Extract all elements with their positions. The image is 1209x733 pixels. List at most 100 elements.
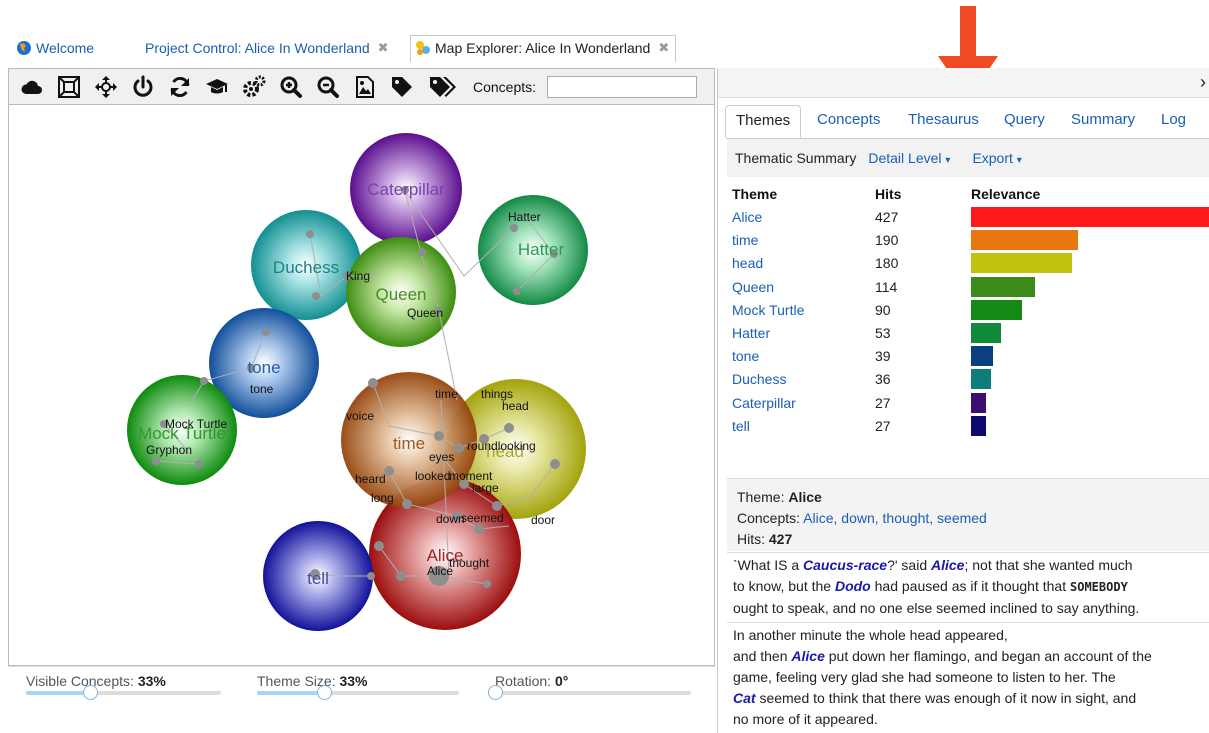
slider-handle[interactable]: [488, 685, 503, 700]
theme-row[interactable]: Mock Turtle 90: [732, 299, 1209, 325]
concept-label: voice: [346, 409, 374, 423]
visible-concepts-value: 33%: [137, 673, 166, 689]
slider-fill: [26, 691, 91, 695]
theme-name-link[interactable]: Mock Turtle: [732, 302, 804, 318]
relevance-bar: [971, 369, 991, 390]
relevance-bar: [971, 207, 1209, 227]
theme-label: tell: [307, 569, 329, 588]
panel-header: ›: [718, 68, 1209, 98]
hits-detail-label: Hits:: [737, 531, 765, 547]
theme-hits: 53: [875, 325, 891, 341]
tags-icon[interactable]: [426, 74, 458, 100]
theme-name-link[interactable]: head: [732, 255, 763, 271]
visible-concepts-label: Visible Concepts:: [26, 673, 134, 689]
theme-name-link[interactable]: tone: [732, 348, 759, 364]
theme-row[interactable]: Queen 114: [732, 276, 1209, 302]
zoom-in-icon[interactable]: [278, 74, 304, 100]
power-icon[interactable]: [130, 74, 156, 100]
settings-cogs-icon[interactable]: [241, 74, 267, 100]
text-passage[interactable]: In another minute the whole head appeare…: [727, 622, 1209, 732]
tab-themes[interactable]: Themes: [725, 105, 802, 138]
concepts-filter-input[interactable]: [547, 75, 698, 98]
theme-name-link[interactable]: Hatter: [732, 325, 770, 341]
concept-label: thought: [449, 556, 490, 570]
rotation-slider-label: Rotation: 0°: [495, 673, 568, 689]
concept-label: Hatter: [508, 210, 541, 224]
text-passage[interactable]: `What IS a Caucus-race?' said Alice; not…: [727, 552, 1209, 620]
close-icon[interactable]: ✖: [658, 40, 669, 56]
relevance-bar: [971, 276, 1035, 297]
rotation-slider[interactable]: [488, 685, 691, 700]
tab-project-control-label: Project Control: Alice In Wonderland: [145, 40, 370, 56]
visible-concepts-slider[interactable]: [26, 685, 221, 700]
theme-name-link[interactable]: tell: [732, 418, 750, 434]
rotation-value: 0°: [554, 673, 569, 689]
graduation-cap-icon[interactable]: [204, 74, 230, 100]
tab-map-explorer[interactable]: Map Explorer: Alice In Wonderland ✖: [410, 35, 677, 62]
theme-size-slider[interactable]: [257, 685, 459, 700]
chevron-right-icon[interactable]: ›: [1200, 72, 1206, 93]
concept-label: roundlooking: [467, 439, 536, 453]
refresh-icon[interactable]: [167, 74, 193, 100]
theme-row[interactable]: tone 39: [732, 346, 1209, 371]
theme-row[interactable]: tell 27: [732, 415, 1209, 441]
theme-name-link[interactable]: Alice: [732, 209, 762, 225]
tab-project-control[interactable]: Project Control: Alice In Wonderland ✖: [145, 40, 389, 56]
hits-detail-line: Hits: 427: [737, 529, 1200, 550]
concepts-filter-label: Concepts:: [473, 78, 537, 95]
close-icon[interactable]: ✖: [378, 40, 389, 56]
zoom-out-icon[interactable]: [315, 74, 341, 100]
theme-row[interactable]: Hatter 53: [732, 323, 1209, 348]
theme-row[interactable]: Caterpillar 27: [732, 392, 1209, 418]
theme-row[interactable]: time 190: [732, 230, 1209, 255]
theme-bubbles: [127, 133, 588, 631]
keyword: Caucus-race: [803, 557, 888, 573]
theme-row[interactable]: Alice 427: [732, 207, 1209, 232]
themes-panel: › Themes Concepts Thesaurus Query Summar…: [717, 68, 1209, 733]
tab-welcome[interactable]: Welcome: [16, 40, 94, 56]
keyword: Alice: [791, 648, 825, 664]
slider-handle[interactable]: [316, 685, 332, 700]
tab-query[interactable]: Query: [1004, 111, 1045, 128]
concept-label: door: [531, 513, 555, 527]
tag-icon[interactable]: [389, 74, 415, 100]
image-export-icon[interactable]: [352, 74, 378, 100]
column-header-relevance[interactable]: Relevance: [971, 186, 1040, 202]
detail-level-label: Detail Level: [868, 150, 942, 166]
window-tab-bar: Welcome Project Control: Alice In Wonder…: [0, 0, 1209, 100]
concepts-detail-value[interactable]: Alice, down, thought, seemed: [803, 510, 987, 526]
hits-detail-value: 427: [768, 531, 793, 547]
concept-label: eyes: [429, 450, 454, 464]
theme-name-link[interactable]: Queen: [732, 279, 774, 295]
relevance-bar: [971, 299, 1022, 320]
concept-label: large: [472, 481, 499, 495]
concepts-detail-label: Concepts:: [737, 510, 801, 526]
caret-down-icon: ▾: [1016, 155, 1022, 166]
cloud-icon[interactable]: [19, 74, 45, 100]
relevance-bar: [971, 392, 986, 413]
fit-to-view-icon[interactable]: [56, 74, 82, 100]
slider-handle[interactable]: [83, 685, 99, 700]
move-icon[interactable]: [93, 74, 119, 100]
column-header-hits[interactable]: Hits: [875, 186, 901, 202]
theme-row[interactable]: head 180: [732, 253, 1209, 278]
emphasized-word: SOMEBODY: [1070, 580, 1128, 594]
tab-map-explorer-label: Map Explorer: Alice In Wonderland: [435, 40, 651, 56]
theme-label: Duchess: [273, 258, 339, 277]
tab-thesaurus[interactable]: Thesaurus: [908, 111, 979, 128]
theme-name-link[interactable]: Duchess: [732, 371, 786, 387]
column-header-theme[interactable]: Theme: [732, 186, 777, 202]
theme-name-link[interactable]: Caterpillar: [732, 395, 796, 411]
theme-row[interactable]: Duchess 36: [732, 369, 1209, 394]
concept-map[interactable]: Caterpillar Hatter Duchess Queen tone Mo…: [9, 106, 714, 666]
theme-name-link[interactable]: time: [732, 232, 758, 248]
tab-log[interactable]: Log: [1161, 111, 1186, 128]
detail-level-dropdown[interactable]: Detail Level ▾: [868, 150, 950, 166]
export-dropdown[interactable]: Export ▾: [972, 150, 1021, 166]
tab-concepts[interactable]: Concepts: [817, 111, 880, 128]
theme-detail-line: Theme: Alice: [737, 487, 1200, 508]
theme-hits: 180: [875, 255, 899, 272]
relevance-bar: [971, 346, 993, 367]
tab-summary[interactable]: Summary: [1071, 111, 1135, 128]
map-panel: Concepts: Caterpillar Hatter Duchess Que…: [8, 68, 715, 666]
